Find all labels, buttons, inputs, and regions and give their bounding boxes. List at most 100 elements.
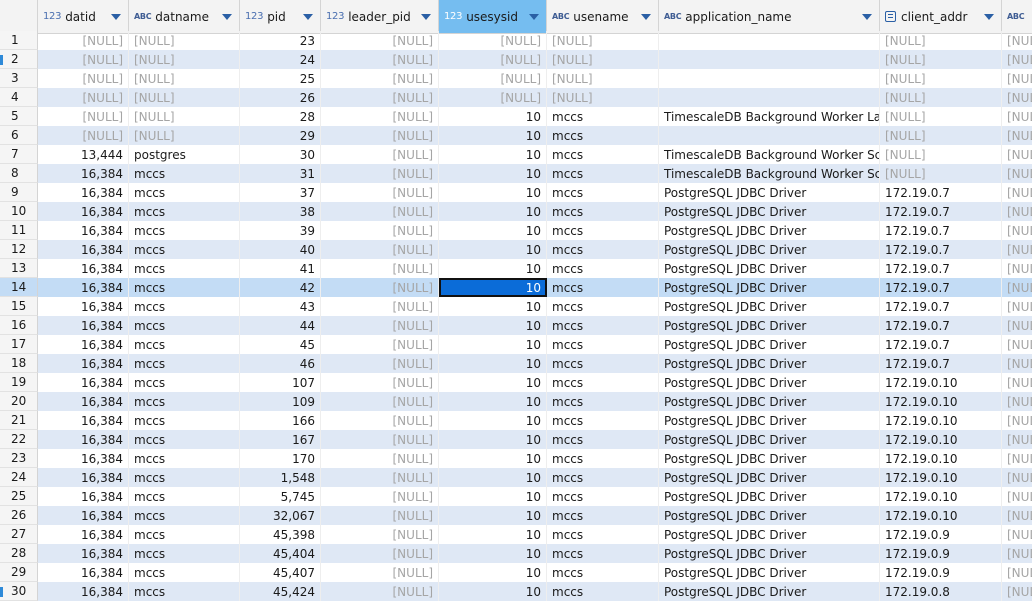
cell-extra[interactable]: [NUL [1002,259,1032,278]
cell-pid[interactable]: 38 [240,202,321,221]
row-number[interactable]: 17 [0,335,38,354]
cell-pid[interactable]: 170 [240,449,321,468]
table-row[interactable]: 16,384 mccs 109 [NULL] 10 mccs PostgreSQL JDBC… [38,392,1032,411]
cell-pid[interactable]: 26 [240,88,321,107]
table-row[interactable]: 16,384 mccs 42 [NULL] 10 mccs PostgreSQL JDBC … [38,278,1032,297]
cell-application-name[interactable]: PostgreSQL JDBC Driver [659,411,880,430]
cell-datid[interactable]: 16,384 [38,240,129,259]
cell-application-name[interactable] [659,69,880,88]
cell-usename[interactable]: mccs [547,202,659,221]
cell-leader-pid[interactable]: [NULL] [321,88,439,107]
cell-extra[interactable]: [NUL [1002,335,1032,354]
cell-datid[interactable]: 16,384 [38,221,129,240]
cell-leader-pid[interactable]: [NULL] [321,259,439,278]
column-header-client-addr[interactable]: client_addr [880,0,1002,33]
table-row[interactable]: [NULL] [NULL] 23 [NULL] [NULL] [NULL] [NULL] [N… [38,31,1032,50]
cell-usename[interactable]: mccs [547,164,659,183]
cell-application-name[interactable]: PostgreSQL JDBC Driver [659,240,880,259]
cell-client-addr[interactable]: 172.19.0.10 [880,449,1002,468]
cell-usename[interactable]: mccs [547,259,659,278]
cell-datid[interactable]: 16,384 [38,354,129,373]
cell-application-name[interactable]: PostgreSQL JDBC Driver [659,316,880,335]
cell-extra[interactable]: [NUL [1002,278,1032,297]
cell-pid[interactable]: 28 [240,107,321,126]
cell-client-addr[interactable]: 172.19.0.7 [880,316,1002,335]
cell-datname[interactable]: [NULL] [129,107,240,126]
cell-pid[interactable]: 46 [240,354,321,373]
cell-pid[interactable]: 5,745 [240,487,321,506]
cell-client-addr[interactable]: 172.19.0.8 [880,582,1002,601]
table-row[interactable]: 16,384 mccs 41 [NULL] 10 mccs PostgreSQL JDBC … [38,259,1032,278]
cell-datid[interactable]: 16,384 [38,202,129,221]
cell-datname[interactable]: mccs [129,259,240,278]
table-row[interactable]: 16,384 mccs 45 [NULL] 10 mccs PostgreSQL JDBC … [38,335,1032,354]
cell-usesysid[interactable]: 10 [439,373,547,392]
cell-datid[interactable]: [NULL] [38,31,129,50]
cell-usename[interactable]: mccs [547,468,659,487]
cell-client-addr[interactable]: 172.19.0.7 [880,335,1002,354]
row-number[interactable]: 24 [0,468,38,487]
cell-extra[interactable]: [NUL [1002,392,1032,411]
cell-extra[interactable]: [NUL [1002,544,1032,563]
cell-leader-pid[interactable]: [NULL] [321,240,439,259]
cell-application-name[interactable]: PostgreSQL JDBC Driver [659,278,880,297]
cell-usename[interactable]: mccs [547,354,659,373]
cell-usename[interactable]: mccs [547,221,659,240]
cell-extra[interactable]: [NUL [1002,449,1032,468]
cell-leader-pid[interactable]: [NULL] [321,278,439,297]
row-number[interactable]: 1 [0,31,38,50]
cell-usesysid[interactable]: 10 [439,316,547,335]
cell-client-addr[interactable]: 172.19.0.10 [880,506,1002,525]
cell-pid[interactable]: 45,407 [240,563,321,582]
table-row[interactable]: 13,444 postgres 30 [NULL] 10 mccs TimescaleDB … [38,145,1032,164]
cell-leader-pid[interactable]: [NULL] [321,563,439,582]
row-number[interactable]: 18 [0,354,38,373]
cell-datname[interactable]: mccs [129,316,240,335]
cell-client-addr[interactable]: [NULL] [880,164,1002,183]
cell-application-name[interactable]: PostgreSQL JDBC Driver [659,563,880,582]
cell-leader-pid[interactable]: [NULL] [321,544,439,563]
cell-usename[interactable]: mccs [547,107,659,126]
table-row[interactable]: 16,384 mccs 167 [NULL] 10 mccs PostgreSQL JDBC… [38,430,1032,449]
cell-extra[interactable]: [NULL] [1002,69,1032,88]
cell-client-addr[interactable]: [NULL] [880,31,1002,50]
cell-datid[interactable]: 16,384 [38,316,129,335]
cell-datname[interactable]: [NULL] [129,126,240,145]
table-row[interactable]: 16,384 mccs 40 [NULL] 10 mccs PostgreSQL JDBC … [38,240,1032,259]
cell-client-addr[interactable]: [NULL] [880,107,1002,126]
cell-usesysid[interactable]: 10 [439,259,547,278]
cell-client-addr[interactable]: 172.19.0.7 [880,202,1002,221]
cell-pid[interactable]: 109 [240,392,321,411]
table-row[interactable]: 16,384 mccs 38 [NULL] 10 mccs PostgreSQL JDBC … [38,202,1032,221]
cell-usename[interactable]: mccs [547,430,659,449]
cell-extra[interactable]: [NUL [1002,506,1032,525]
cell-client-addr[interactable]: 172.19.0.10 [880,430,1002,449]
row-number[interactable]: 20 [0,392,38,411]
table-row[interactable]: [NULL] [NULL] 28 [NULL] 10 mccs TimescaleDB Ba… [38,107,1032,126]
table-row[interactable]: 16,384 mccs 170 [NULL] 10 mccs PostgreSQL JDBC… [38,449,1032,468]
cell-extra[interactable]: [NULL] [1002,126,1032,145]
cell-datname[interactable]: [NULL] [129,31,240,50]
cell-pid[interactable]: 37 [240,183,321,202]
cell-datname[interactable]: mccs [129,278,240,297]
cell-pid[interactable]: 24 [240,50,321,69]
cell-application-name[interactable]: PostgreSQL JDBC Driver [659,506,880,525]
sort-dropdown-icon[interactable] [111,14,121,20]
cell-datid[interactable]: 16,384 [38,164,129,183]
cell-datname[interactable]: mccs [129,430,240,449]
cell-datname[interactable]: mccs [129,221,240,240]
cell-datid[interactable]: [NULL] [38,126,129,145]
cell-leader-pid[interactable]: [NULL] [321,297,439,316]
cell-application-name[interactable]: PostgreSQL JDBC Driver [659,449,880,468]
cell-datid[interactable]: 16,384 [38,449,129,468]
row-number[interactable]: 29 [0,563,38,582]
cell-usename[interactable]: mccs [547,392,659,411]
cell-extra[interactable]: [NULL] [1002,88,1032,107]
cell-leader-pid[interactable]: [NULL] [321,183,439,202]
cell-usename[interactable]: [NULL] [547,88,659,107]
cell-usesysid[interactable]: 10 [439,487,547,506]
cell-usesysid[interactable]: 10 [439,468,547,487]
cell-application-name[interactable]: TimescaleDB Background Worker Launc [659,107,880,126]
column-header-usename[interactable]: ABC usename [547,0,659,33]
column-header-datid[interactable]: 123 datid [38,0,129,33]
